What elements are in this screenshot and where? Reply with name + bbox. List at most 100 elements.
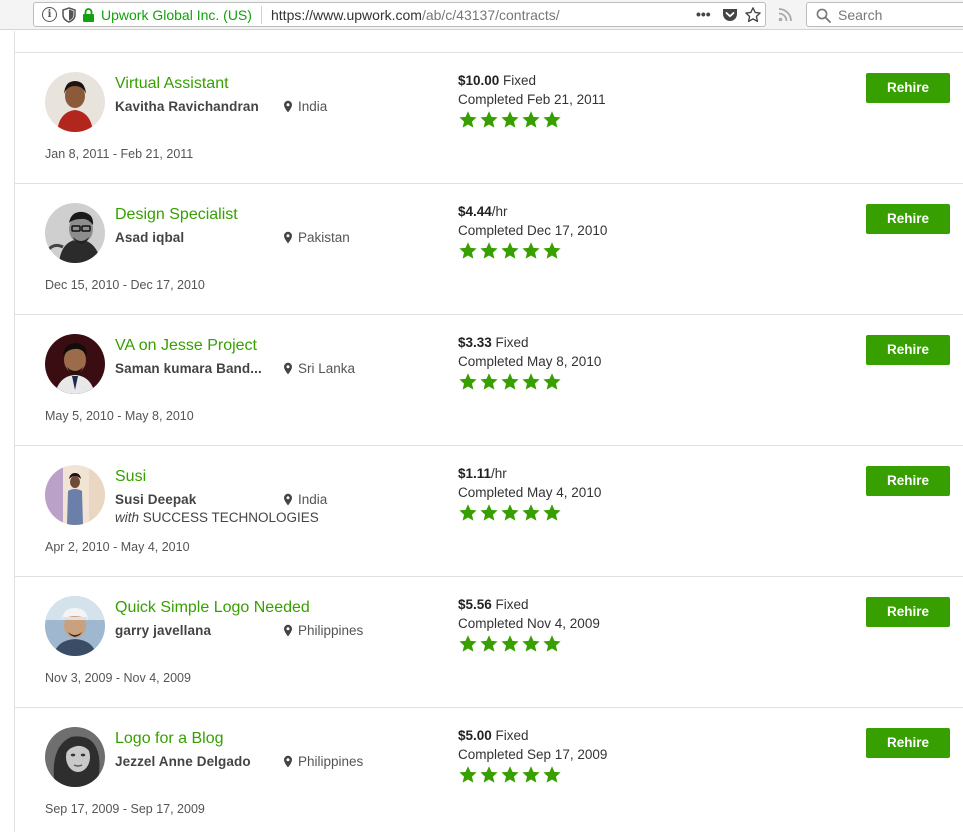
contract-title[interactable]: Design Specialist [115,206,238,224]
lock-icon[interactable] [82,7,95,23]
pocket-icon[interactable] [722,7,738,23]
search-placeholder: Search [838,7,883,23]
contract-title[interactable]: Susi [115,468,146,486]
rate-type: /hr [491,466,507,481]
location-pin-icon [284,362,292,375]
rehire-button[interactable]: Rehire [866,597,950,627]
star-icon [459,111,477,128]
rehire-button[interactable]: Rehire [866,73,950,103]
freelancer-name[interactable]: Susi Deepak [115,492,196,507]
avatar [45,727,105,787]
freelancer-location: Sri Lanka [283,361,355,376]
freelancer-name[interactable]: Saman kumara Band... [115,361,262,376]
contract-rate: $4.44/hr [458,204,508,219]
star-icon [543,373,561,390]
rate-type: Fixed [491,597,529,612]
freelancer-name[interactable]: Kavitha Ravichandran [115,99,259,114]
star-icon [501,635,519,652]
rehire-button[interactable]: Rehire [866,466,950,496]
contract-title[interactable]: VA on Jesse Project [115,337,257,355]
star-icon [501,766,519,783]
freelancer-company: with SUCCESS TECHNOLOGIES [115,510,319,525]
completed-date: Completed Dec 17, 2010 [458,223,608,238]
site-identity[interactable]: Upwork Global Inc. (US) [101,7,252,23]
contract-row: Logo for a Blog Jezzel Anne Delgado Phil… [15,707,963,832]
contract-rate: $1.11/hr [458,466,507,481]
star-icon [522,766,540,783]
contract-rate: $3.33 Fixed [458,335,529,350]
contract-dates: Jan 8, 2011 - Feb 21, 2011 [45,147,194,161]
location-text: Philippines [298,754,364,769]
star-icon [543,111,561,128]
contract-row: Virtual Assistant Kavitha Ravichandran I… [15,52,963,183]
star-icon [480,242,498,259]
rehire-button[interactable]: Rehire [866,728,950,758]
rehire-button[interactable]: Rehire [866,335,950,365]
contract-row: Design Specialist Asad iqbal Pakistan De… [15,183,963,314]
url-text[interactable]: https://www.upwork.com/ab/c/43137/contra… [271,7,560,23]
search-box[interactable]: Search [806,2,963,27]
completed-date: Completed Feb 21, 2011 [458,92,606,107]
completed-date: Completed May 8, 2010 [458,354,602,369]
freelancer-location: India [283,99,327,114]
star-icon [501,111,519,128]
contract-title[interactable]: Virtual Assistant [115,75,229,93]
feedback-rating [458,503,562,522]
freelancer-location: India [283,492,327,507]
rehire-button[interactable]: Rehire [866,204,950,234]
rate-type: Fixed [499,73,537,88]
completed-date: Completed Nov 4, 2009 [458,616,600,631]
search-icon [816,8,831,23]
freelancer-name[interactable]: Jezzel Anne Delgado [115,754,251,769]
info-icon[interactable]: i [42,7,57,22]
rate-type: Fixed [491,335,529,350]
shield-icon[interactable] [62,7,76,23]
feedback-rating [458,110,562,129]
contract-row: Susi Susi Deepak with SUCCESS TECHNOLOGI… [15,445,963,576]
freelancer-name[interactable]: Asad iqbal [115,230,184,245]
location-text: Pakistan [298,230,350,245]
contract-title[interactable]: Logo for a Blog [115,730,224,748]
freelancer-name[interactable]: garry javellana [115,623,211,638]
star-icon [459,504,477,521]
freelancer-location: Philippines [283,754,363,769]
contract-dates: Nov 3, 2009 - Nov 4, 2009 [45,671,191,685]
url-host: https://www.upwork.com [271,7,422,23]
rate-amount: $5.00 [458,728,492,743]
star-icon [459,766,477,783]
location-pin-icon [284,100,292,113]
location-pin-icon [284,231,292,244]
location-text: Sri Lanka [298,361,356,376]
location-text: Philippines [298,623,364,638]
contract-dates: Apr 2, 2010 - May 4, 2010 [45,540,190,554]
more-actions-icon[interactable]: ••• [696,6,711,22]
contract-rate: $5.00 Fixed [458,728,529,743]
star-icon [522,111,540,128]
contract-dates: Sep 17, 2009 - Sep 17, 2009 [45,802,205,816]
contract-row: VA on Jesse Project Saman kumara Band...… [15,314,963,445]
star-icon [501,373,519,390]
completed-date: Completed May 4, 2010 [458,485,602,500]
contract-title[interactable]: Quick Simple Logo Needed [115,599,310,617]
location-text: India [298,492,328,507]
url-path: /ab/c/43137/contracts/ [421,7,560,23]
star-icon [522,635,540,652]
rate-amount: $10.00 [458,73,500,88]
freelancer-location: Pakistan [283,230,350,245]
url-separator [261,6,262,24]
feedback-rating [458,372,562,391]
avatar [45,72,105,132]
bookmark-star-icon[interactable] [744,6,762,24]
star-icon [480,504,498,521]
rss-icon[interactable] [778,7,793,22]
star-icon [543,635,561,652]
url-bar[interactable]: i Upwork Global Inc. (US) https://www.up… [33,2,766,27]
star-icon [480,111,498,128]
contract-dates: May 5, 2010 - May 8, 2010 [45,409,194,423]
contract-row: Quick Simple Logo Needed garry javellana… [15,576,963,707]
rate-amount: $5.56 [458,597,492,612]
completed-date: Completed Sep 17, 2009 [458,747,608,762]
star-icon [501,242,519,259]
star-icon [459,373,477,390]
star-icon [522,242,540,259]
